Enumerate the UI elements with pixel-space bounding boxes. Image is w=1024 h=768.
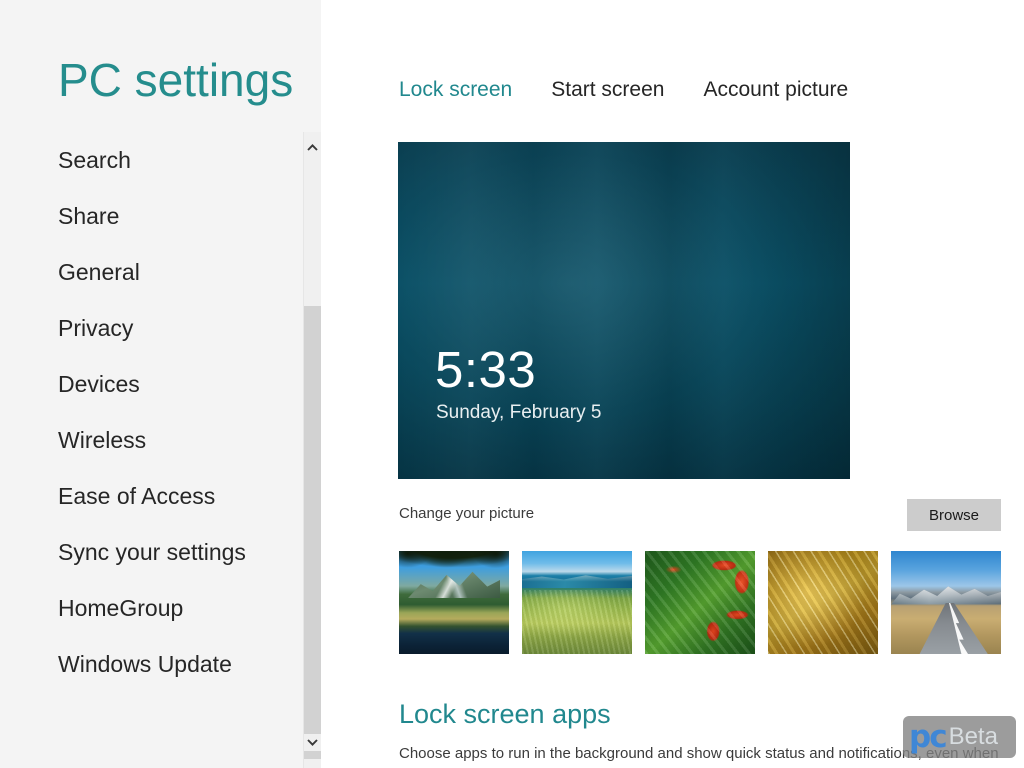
tab-label: Account picture: [703, 78, 848, 101]
sidebar-item-label: Windows Update: [58, 651, 232, 677]
sidebar-item-sync-your-settings[interactable]: Sync your settings: [0, 524, 300, 580]
tab-lock-screen[interactable]: Lock screen: [399, 78, 512, 102]
sidebar-item-label: Ease of Access: [58, 483, 215, 509]
thumbnail-mountain-lake[interactable]: [399, 551, 509, 654]
sidebar-item-share[interactable]: Share: [0, 188, 300, 244]
road-shape: [891, 603, 1001, 655]
sidebar-item-label: Sync your settings: [58, 539, 246, 565]
pc-settings-window: PC settings Search Share General Privacy…: [0, 0, 1024, 768]
lock-screen-vignette: [398, 142, 850, 479]
sidebar-item-label: Wireless: [58, 427, 146, 453]
sidebar-nav-list: Search Share General Privacy Devices Wir…: [0, 132, 300, 692]
scrollbar-track[interactable]: [304, 158, 321, 730]
thumbnail-mountain-road[interactable]: [891, 551, 1001, 654]
sidebar-item-label: General: [58, 259, 140, 285]
thumbnail-golden-grass[interactable]: [768, 551, 878, 654]
sidebar: PC settings Search Share General Privacy…: [0, 0, 321, 768]
sidebar-item-label: Share: [58, 203, 119, 229]
sidebar-item-label: Search: [58, 147, 131, 173]
sidebar-scrollbar[interactable]: [303, 132, 321, 768]
sidebar-item-windows-update[interactable]: Windows Update: [0, 636, 300, 692]
lock-screen-date: Sunday, February 5: [436, 401, 601, 425]
tab-account-picture[interactable]: Account picture: [703, 78, 848, 102]
page-title: PC settings: [58, 52, 293, 108]
sidebar-item-general[interactable]: General: [0, 244, 300, 300]
tab-label: Start screen: [551, 78, 664, 101]
lock-screen-apps-description: Choose apps to run in the background and…: [399, 745, 999, 762]
scroll-up-button[interactable]: [304, 139, 321, 156]
sidebar-item-wireless[interactable]: Wireless: [0, 412, 300, 468]
chevron-down-icon: [307, 739, 318, 746]
sidebar-item-label: HomeGroup: [58, 595, 183, 621]
tab-label: Lock screen: [399, 78, 512, 101]
picture-thumbnail-list: [399, 551, 1001, 654]
tab-bar: Lock screen Start screen Account picture: [399, 78, 848, 102]
change-picture-label: Change your picture: [399, 505, 534, 522]
tab-start-screen[interactable]: Start screen: [551, 78, 664, 102]
sidebar-item-privacy[interactable]: Privacy: [0, 300, 300, 356]
scrollbar-thumb[interactable]: [304, 306, 321, 759]
sidebar-item-label: Devices: [58, 371, 140, 397]
road-center-line: [891, 603, 1001, 655]
chevron-up-icon: [307, 144, 318, 151]
lock-screen-clock: 5:33: [435, 342, 536, 398]
sidebar-item-label: Privacy: [58, 315, 133, 341]
sidebar-item-devices[interactable]: Devices: [0, 356, 300, 412]
browse-button[interactable]: Browse: [907, 499, 1001, 531]
sidebar-item-homegroup[interactable]: HomeGroup: [0, 580, 300, 636]
lock-screen-preview[interactable]: 5:33 Sunday, February 5: [398, 142, 850, 479]
sidebar-item-search[interactable]: Search: [0, 132, 300, 188]
thumbnail-coastal-grassland[interactable]: [522, 551, 632, 654]
sidebar-item-ease-of-access[interactable]: Ease of Access: [0, 468, 300, 524]
thumbnail-red-flower-leaves[interactable]: [645, 551, 755, 654]
scroll-down-button[interactable]: [304, 734, 321, 751]
main-content: Lock screen Start screen Account picture…: [321, 0, 1024, 768]
lock-screen-apps-heading: Lock screen apps: [399, 697, 611, 731]
